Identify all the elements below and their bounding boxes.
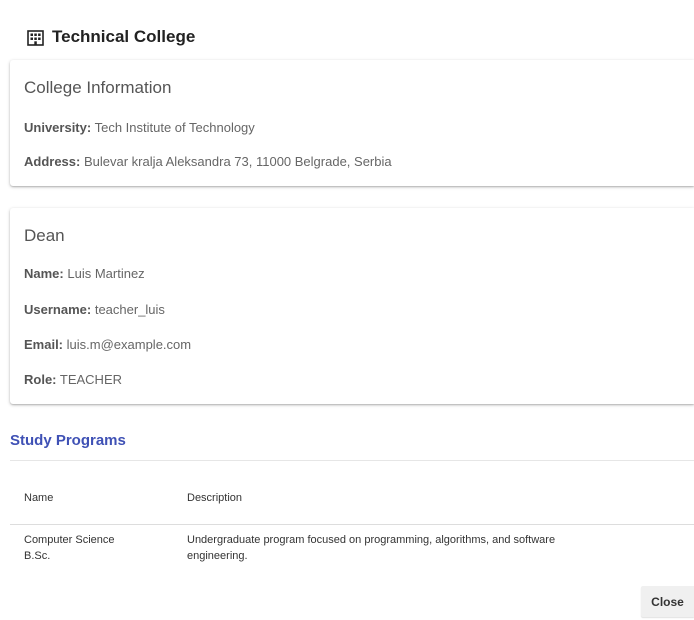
dialog-title-text: Technical College [52, 27, 196, 46]
dean-role-label: Role: [24, 372, 57, 387]
program-name-line: Computer Science [24, 534, 115, 546]
dean-username-value: teacher_luis [94, 302, 165, 317]
dean-role-value: TEACHER [59, 372, 123, 387]
program-name-cell: Computer Science B.Sc. [24, 532, 115, 564]
dean-heading: Dean [24, 226, 65, 245]
column-header-description: Description [187, 492, 243, 504]
dialog-title: Technical College [27, 25, 195, 49]
dean-card: Dean Name: Luis Martinez Username: teach… [10, 208, 694, 404]
program-description-line: Undergraduate program focused on program… [187, 534, 556, 546]
dean-email-value: luis.m@example.com [66, 337, 192, 352]
dean-email-field: Email: luis.m@example.com [24, 337, 191, 352]
close-button[interactable]: Close [641, 586, 694, 617]
dean-username-field: Username: teacher_luis [24, 302, 165, 317]
section-divider [10, 460, 694, 461]
dean-role-field: Role: TEACHER [24, 372, 122, 387]
address-field: Address: Bulevar kralja Aleksandra 73, 1… [24, 154, 392, 169]
university-value: Tech Institute of Technology [94, 120, 255, 135]
program-name-line: B.Sc. [24, 550, 51, 562]
college-details-dialog: Technical College College Information Un… [0, 0, 694, 620]
column-header-name: Name [24, 492, 54, 504]
dean-name-label: Name: [24, 266, 64, 281]
university-field: University: Tech Institute of Technology [24, 120, 255, 135]
dean-username-label: Username: [24, 302, 92, 317]
table-header-divider [10, 524, 694, 525]
dean-email-label: Email: [24, 337, 64, 352]
program-description-line: engineering. [187, 550, 248, 562]
dean-name-value: Luis Martinez [67, 266, 145, 281]
building-icon [27, 29, 44, 46]
university-label: University: [24, 120, 92, 135]
address-label: Address: [24, 154, 81, 169]
college-info-heading: College Information [24, 78, 172, 97]
program-description-cell: Undergraduate program focused on program… [187, 532, 555, 564]
dean-name-field: Name: Luis Martinez [24, 266, 145, 281]
study-programs-heading: Study Programs [10, 432, 126, 449]
address-value: Bulevar kralja Aleksandra 73, 11000 Belg… [83, 154, 392, 169]
college-info-card: College Information University: Tech Ins… [10, 60, 694, 186]
